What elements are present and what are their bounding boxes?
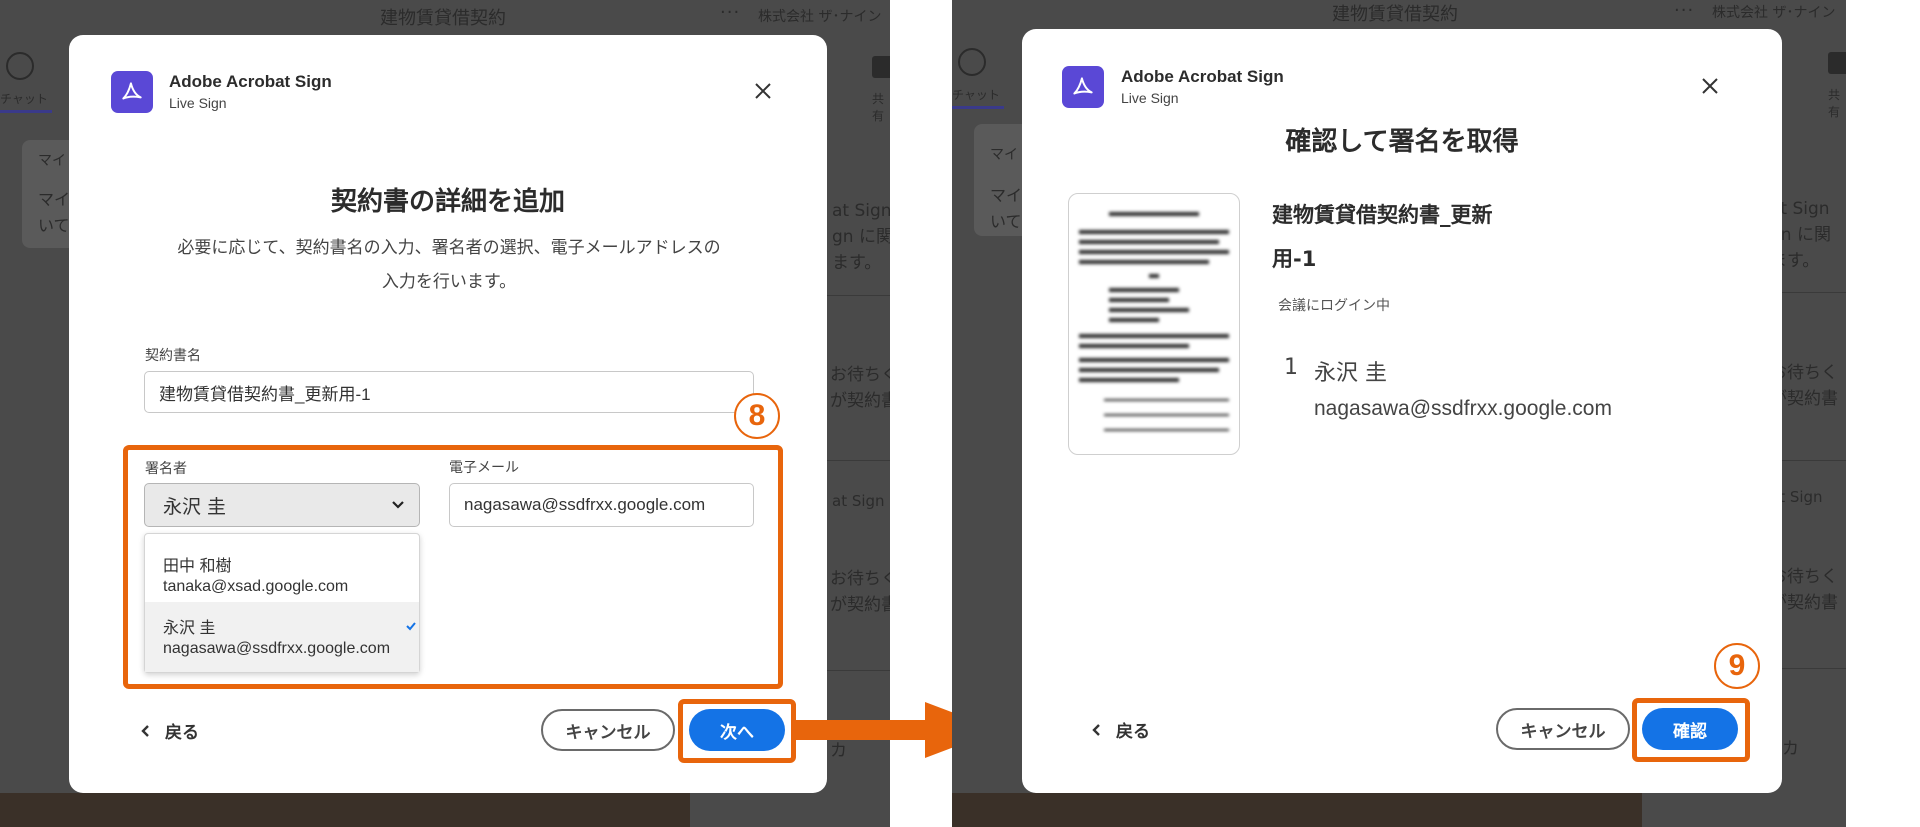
bg-app-title: 建物賃貸借契約 (380, 8, 506, 29)
document-name-line1: 建物賃貸借契約書_更新 (1272, 203, 1493, 227)
session-status: 会議にログイン中 (1278, 298, 1390, 314)
signer-index: 1 (1284, 355, 1298, 380)
brand-name: Adobe Acrobat Sign (1121, 67, 1284, 86)
bg-card-line: いて (990, 212, 1022, 231)
bg-side-text: お待ちく (830, 569, 890, 589)
bg-card-line: いて (38, 216, 70, 235)
bg-video-strip (952, 793, 1642, 827)
dialog-subtitle-1: 必要に応じて、契約書名の入力、署名者の選択、電子メールアドレスの (177, 238, 721, 258)
thumb-line (1104, 414, 1229, 416)
bg-card-line: マイ (38, 190, 71, 209)
thumb-line (1079, 240, 1219, 244)
brand-block: Adobe Acrobat Sign Live Sign (1121, 67, 1284, 106)
back-label: 戻る (165, 723, 199, 743)
brand-block: Adobe Acrobat Sign Live Sign (169, 72, 332, 111)
acrobat-icon (122, 82, 142, 100)
next-highlight-box (678, 699, 796, 763)
agreement-name-label: 契約書名 (145, 348, 201, 364)
thumb-line (1104, 429, 1229, 431)
bg-card-line: マイ (38, 153, 66, 169)
brand-subtitle: Live Sign (169, 95, 227, 111)
bg-app-title: 建物賃貸借契約 (1332, 4, 1458, 25)
thumb-line (1109, 318, 1159, 322)
bg-company-name: 株式会社 ザ･ナイン (1712, 5, 1836, 21)
bg-side-text: ます。 (832, 253, 882, 273)
close-button[interactable] (748, 76, 778, 106)
bg-card-line: マイ (990, 147, 1018, 163)
document-name-line2: 用-1 (1272, 247, 1317, 271)
thumb-line (1079, 260, 1209, 264)
back-label: 戻る (1116, 722, 1150, 742)
bg-side-text: gn に関 (832, 227, 890, 247)
confirm-highlight-box (1632, 698, 1750, 762)
agreement-name-input[interactable]: 建物賃貸借契約書_更新用-1 (144, 371, 754, 413)
dialog-title: 契約書の詳細を追加 (330, 187, 565, 217)
thumb-line (1109, 298, 1169, 302)
acrobat-logo (1062, 66, 1104, 108)
bg-chat-icon (6, 52, 34, 80)
thumb-line (1109, 288, 1179, 292)
bg-video-strip (0, 793, 690, 827)
chevron-left-icon (141, 724, 149, 737)
bg-input-hint: カ (1782, 739, 1799, 759)
bg-share-label: 共有 (872, 92, 885, 123)
bg-share-icon (872, 56, 890, 78)
thumb-line (1079, 344, 1189, 348)
close-icon (1702, 78, 1718, 94)
dialog-title: 確認して署名を取得 (1285, 127, 1519, 157)
thumb-line (1079, 378, 1179, 382)
thumb-line (1079, 230, 1229, 234)
bg-card-line: マイ (990, 186, 1023, 205)
bg-side-text: が契約書 (830, 391, 890, 411)
confirm-dialog: Adobe Acrobat Sign Live Sign 確認して署名を取得 建… (1022, 29, 1782, 793)
bg-side-text: が契約書 (830, 595, 890, 615)
bg-chat-label: チャット (952, 88, 1000, 102)
step-badge-9: 9 (1714, 643, 1760, 689)
thumb-line (1109, 212, 1199, 216)
thumb-line (1104, 399, 1229, 401)
chevron-left-icon (1092, 723, 1100, 736)
thumb-line (1109, 308, 1189, 312)
bg-chat-icon (958, 48, 986, 76)
bg-more-icon: ··· (720, 2, 741, 23)
bg-side-text: お待ちく (830, 365, 890, 385)
bg-more-icon: ··· (1674, 0, 1695, 21)
back-button[interactable]: 戻る (139, 718, 199, 743)
cancel-button[interactable]: キャンセル (1496, 708, 1630, 750)
bg-tab-indicator (952, 106, 1004, 109)
thumb-line (1079, 334, 1229, 338)
bg-side-text: at Sign (832, 201, 890, 221)
signer-email: nagasawa@ssdfrxx.google.com (1314, 397, 1612, 420)
cancel-button[interactable]: キャンセル (541, 709, 675, 751)
thumb-line (1079, 250, 1229, 254)
bg-side-text: at Sign (832, 492, 885, 510)
thumb-line (1149, 274, 1159, 278)
acrobat-logo (111, 71, 153, 113)
thumb-line (1079, 368, 1219, 372)
bg-share-icon (1828, 52, 1846, 74)
signer-highlight-box (123, 445, 783, 689)
bg-company-name: 株式会社 ザ･ナイン (758, 9, 882, 25)
bg-share-label: 共有 (1828, 88, 1841, 119)
brand-name: Adobe Acrobat Sign (169, 72, 332, 91)
signer-name: 永沢 圭 (1314, 361, 1387, 386)
acrobat-icon (1073, 77, 1093, 95)
step-badge-8: 8 (734, 393, 780, 439)
add-details-dialog: Adobe Acrobat Sign Live Sign 契約書の詳細を追加 必… (69, 35, 827, 793)
document-thumbnail (1068, 193, 1240, 455)
bg-chat-label: チャット (0, 92, 48, 106)
back-button[interactable]: 戻る (1090, 717, 1150, 742)
close-button[interactable] (1695, 71, 1725, 101)
bg-tab-indicator (0, 110, 52, 113)
brand-subtitle: Live Sign (1121, 90, 1179, 106)
thumb-line (1079, 358, 1229, 362)
dialog-subtitle-2: 入力を行います。 (381, 272, 517, 292)
close-icon (755, 83, 771, 99)
left-screenshot: 建物賃貸借契約 ··· 株式会社 ザ･ナイン チャット マイ マイ いて 共有 … (0, 0, 890, 827)
